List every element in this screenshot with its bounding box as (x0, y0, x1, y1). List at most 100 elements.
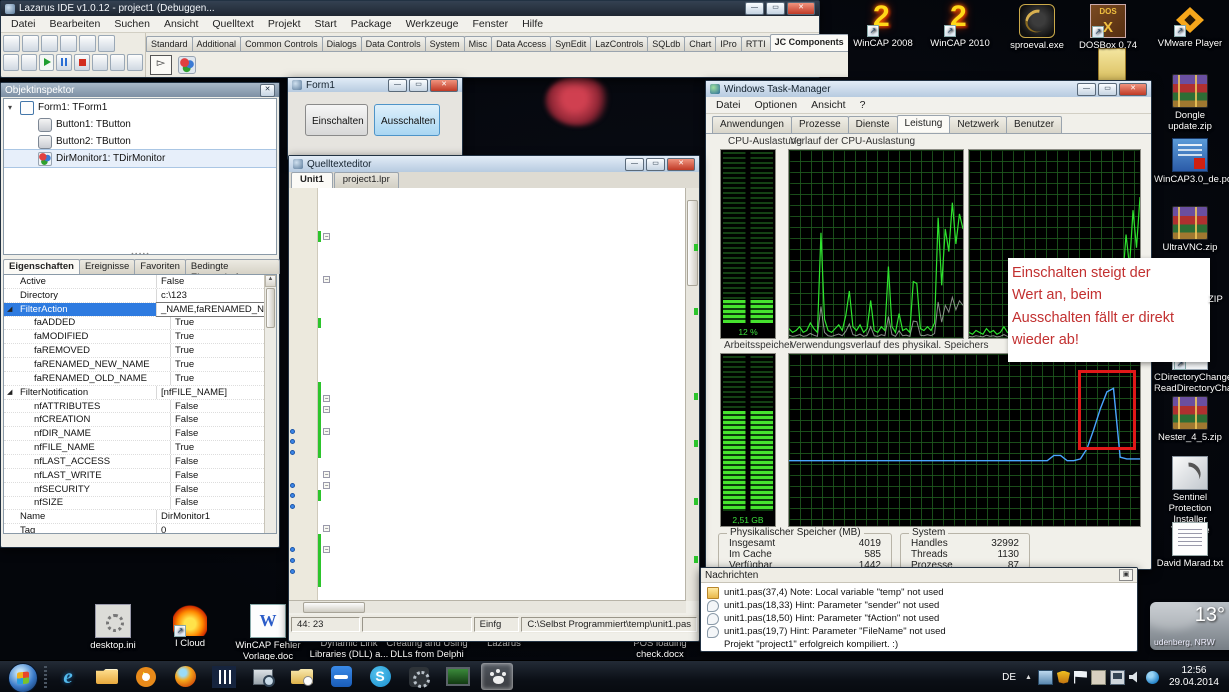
property-value[interactable]: False (171, 400, 276, 413)
property-value[interactable]: False (171, 427, 276, 440)
fold-marker-icon[interactable]: − (323, 233, 330, 240)
property-row[interactable]: nfATTRIBUTES False (4, 400, 276, 414)
scroll-up-icon[interactable]: ▲ (265, 275, 276, 287)
property-row[interactable]: ◢FilterNotification [nfFILE_NAME] (4, 386, 276, 400)
code-line[interactable]: . type (289, 242, 686, 253)
code-line[interactable]: 44 dirmonitor1.Active := False; (289, 490, 686, 501)
network-tray-icon[interactable] (1110, 670, 1125, 685)
palette-tab[interactable]: RTTI (741, 36, 771, 51)
ausschalten-button[interactable]: Ausschalten (374, 104, 440, 136)
minimize-button[interactable]: — (625, 158, 644, 171)
code-line[interactable]: . uses monitoringexecute; (289, 350, 686, 361)
tree-item-button1[interactable]: Button1: TButton (4, 116, 276, 133)
ide-titlebar[interactable]: Lazarus IDE v1.0.12 - project1 (Debuggen… (1, 1, 819, 16)
code-line[interactable]: . var (289, 296, 686, 307)
code-line[interactable]: . (289, 361, 686, 372)
teamviewer-icon[interactable] (325, 663, 357, 690)
select-cursor-button[interactable]: ▻ (150, 55, 172, 75)
property-value[interactable]: 0 (157, 524, 276, 534)
editor-hscrollbar[interactable] (289, 600, 686, 613)
scrollbar-thumb[interactable] (687, 200, 698, 286)
new-unit-icon[interactable] (3, 35, 20, 52)
property-value[interactable]: DirMonitor1 (157, 510, 276, 523)
ide-menu-item[interactable]: Suchen (108, 17, 156, 31)
editor-titlebar[interactable]: Quelltexteditor —▭✕ (289, 156, 699, 172)
splitter-handle[interactable]: • • • • • (1, 254, 279, 258)
scrollbar-thumb[interactable] (266, 288, 275, 328)
fold-marker-icon[interactable]: − (323, 471, 330, 478)
property-row[interactable]: faREMOVED True (4, 344, 276, 358)
palette-tab[interactable]: Data Access (491, 36, 551, 51)
code-line[interactable]: . temp:String; (289, 415, 686, 426)
fold-marker-icon[interactable]: − (323, 525, 330, 532)
build-mode-icon[interactable] (98, 35, 115, 52)
tree-item-button2[interactable]: Button2: TButton (4, 133, 276, 150)
palette-tab[interactable]: Standard (146, 36, 193, 51)
property-value[interactable]: True (171, 344, 276, 357)
code-line[interactable]: . {$R *.lfm} (289, 372, 686, 383)
weather-gadget[interactable]: 13° udenberg, NRW (1150, 602, 1229, 650)
task-manager-tab[interactable]: Anwendungen (712, 116, 792, 133)
editor-tab[interactable]: project1.lpr (334, 172, 399, 188)
property-value[interactable]: _NAME,faRENAMED_NEW_NAME] (157, 303, 276, 316)
pause-button[interactable] (56, 54, 72, 71)
task-manager-menu-item[interactable]: Ansicht (805, 98, 851, 112)
property-value[interactable]: False (157, 275, 276, 288)
code-line[interactable]: . −begin (289, 544, 686, 555)
close-button[interactable]: ✕ (667, 158, 695, 171)
ide-menu-item[interactable]: Bearbeiten (44, 17, 107, 31)
paw-app-icon[interactable] (481, 663, 513, 690)
stop-button[interactable] (74, 54, 90, 71)
property-row[interactable]: nfCREATION False (4, 413, 276, 427)
property-value[interactable]: True (171, 441, 276, 454)
property-row[interactable]: Directory c:\123 (4, 289, 276, 303)
property-row[interactable]: Active False (4, 275, 276, 289)
property-row[interactable]: faMODIFIED True (4, 330, 276, 344)
palette-tab[interactable]: LazControls (590, 36, 648, 51)
view-units-icon[interactable] (3, 54, 19, 71)
palette-tab[interactable]: Data Controls (361, 36, 426, 51)
icon-wincap-pdf[interactable]: WinCAP3.0_de.pdf (1154, 138, 1226, 185)
debug-point-icon[interactable] (290, 558, 295, 563)
code-line[interactable]: . Form1: TForm1; (289, 307, 686, 318)
icon-nester-zip[interactable]: Nester_4_5.zip (1154, 396, 1226, 443)
message-row[interactable]: unit1.pas(18,50) Hint: Parameter "fActio… (701, 612, 1137, 625)
globe-tray-icon[interactable] (1146, 671, 1159, 684)
ide-menu-item[interactable]: Projekt (262, 17, 307, 31)
palette-tab[interactable]: SynEdit (550, 36, 591, 51)
object-inspector-titlebar[interactable]: Objektinspektor ✕ (1, 83, 279, 97)
code-line[interactable]: 40 end; (289, 447, 686, 458)
open-icon[interactable] (41, 35, 58, 52)
maximize-button[interactable]: ▭ (646, 158, 665, 171)
code-line[interactable]: . −procedure TForm1.Button2Click(Sender:… (289, 469, 686, 480)
expander-icon[interactable]: ◢ (7, 388, 12, 396)
display-tray-icon[interactable] (1038, 670, 1053, 685)
inspector-tab[interactable]: Eigenschaften (3, 259, 80, 274)
code-line[interactable]: . (289, 264, 686, 275)
palette-tab[interactable]: IPro (715, 36, 742, 51)
code-line[interactable]: . (289, 210, 686, 221)
save-icon[interactable] (60, 35, 77, 52)
remote-desktop-icon[interactable] (442, 663, 474, 690)
task-manager-titlebar[interactable]: Windows Task-Manager —▭✕ (706, 81, 1151, 97)
close-icon[interactable]: ▣ (1119, 569, 1133, 581)
code-line[interactable]: . (289, 512, 686, 523)
tree-expander-icon[interactable]: ▾ (8, 103, 16, 112)
code-line[interactable]: 30 (289, 339, 686, 350)
debug-point-icon[interactable] (290, 429, 295, 434)
ide-menu-item[interactable]: Hilfe (516, 17, 549, 31)
ide-menu-item[interactable]: Package (345, 17, 398, 31)
tray-expand-icon[interactable]: ▲ (1023, 674, 1034, 681)
icon-i-cloud[interactable]: ↗ I Cloud (151, 604, 229, 649)
ide-menu-item[interactable]: Start (309, 17, 343, 31)
debug-point-icon[interactable] (290, 439, 295, 444)
code-line[interactable]: . −var (289, 404, 686, 415)
icon-desktop-ini[interactable]: desktop.ini (74, 604, 152, 651)
fold-marker-icon[interactable]: − (323, 428, 330, 435)
fold-marker-icon[interactable]: − (323, 546, 330, 553)
property-value[interactable]: c:\123 (157, 289, 276, 302)
task-manager-tab[interactable]: Leistung (897, 115, 951, 132)
code-line[interactable]: . (289, 458, 686, 469)
property-value[interactable]: False (171, 469, 276, 482)
code-line[interactable]: 50 showmessage('Verzeichniss Geändert!')… (289, 555, 686, 566)
